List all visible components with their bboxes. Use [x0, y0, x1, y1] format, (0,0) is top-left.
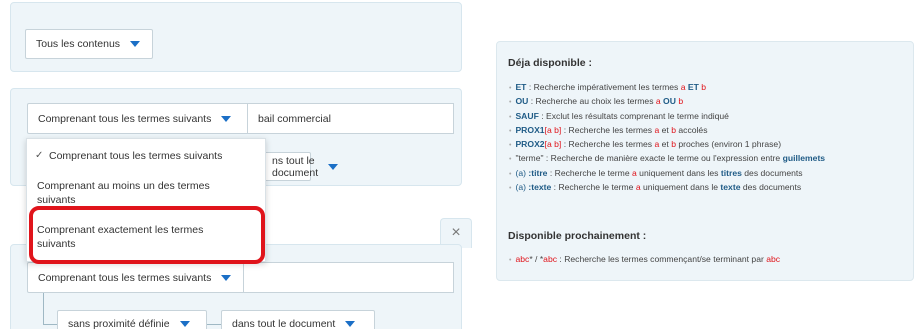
criterion-1-location-value: ns tout le document	[272, 154, 319, 179]
operator-item-et: ET : Recherche impérativement les termes…	[509, 81, 825, 95]
criterion-1-mode-select[interactable]: Comprenant tous les termes suivants	[27, 103, 257, 134]
operator-item-texte: (a) :texte : Recherche le terme a unique…	[509, 181, 825, 195]
scope-panel: Tous les contenus	[10, 2, 462, 72]
criterion-1-terms-input[interactable]: bail commercial	[247, 103, 454, 134]
chevron-down-icon	[179, 321, 190, 327]
upcoming-item-wildcard: abc* / *abc : Recherche les termes comme…	[509, 253, 780, 267]
search-help-panel: Déja disponible : ET : Recherche impérat…	[496, 41, 914, 281]
dropdown-option-all-terms[interactable]: ✓ Comprenant tous les termes suivants	[27, 149, 265, 163]
dropdown-option-label-line1: Comprenant au moins un des termes	[37, 180, 210, 192]
highlight-annotation	[29, 206, 265, 264]
operator-item-prox1: PROX1[a b] : Recherche les termes a et b…	[509, 124, 825, 138]
upcoming-title: Disponible prochainement :	[508, 230, 647, 242]
chevron-down-icon	[221, 274, 232, 281]
criterion-1-terms-value: bail commercial	[258, 112, 331, 125]
criterion-2-location-select[interactable]: dans tout le document	[221, 310, 375, 329]
chevron-down-icon	[345, 321, 356, 327]
check-icon: ✓	[35, 150, 44, 161]
dropdown-option-any-term[interactable]: Comprenant au moins un des termes suivan…	[27, 179, 265, 207]
criterion-2-terms-input[interactable]	[243, 262, 454, 293]
dropdown-option-label-line2: suivants	[37, 194, 76, 206]
available-title: Déja disponible :	[508, 57, 593, 69]
operator-item-sauf: SAUF : Exclut les résultats comprenant l…	[509, 110, 825, 124]
chevron-down-icon[interactable]	[221, 115, 232, 122]
operator-list: ET : Recherche impérativement les termes…	[509, 81, 825, 195]
chevron-down-icon	[130, 41, 141, 47]
scope-select[interactable]: Tous les contenus	[25, 29, 153, 59]
operator-item-quotes: "terme" : Recherche de manière exacte le…	[509, 152, 825, 166]
criterion-2-proximity-value: sans proximité définie	[68, 318, 170, 329]
criterion-1-mode-value: Comprenant tous les termes suivants	[38, 112, 212, 125]
upcoming-list: abc* / *abc : Recherche les termes comme…	[509, 253, 780, 267]
operator-item-prox2: PROX2[a b] : Recherche les termes a et b…	[509, 138, 825, 152]
criterion-2-mode-select[interactable]: Comprenant tous les termes suivants	[27, 262, 245, 293]
criterion-2-mode-value: Comprenant tous les termes suivants	[38, 271, 212, 284]
connector-line	[207, 305, 221, 325]
dropdown-option-label: Comprenant tous les termes suivants	[49, 150, 223, 162]
scope-select-value: Tous les contenus	[36, 38, 121, 50]
criterion-2-proximity-select[interactable]: sans proximité définie	[57, 310, 207, 329]
chevron-down-icon	[328, 163, 339, 170]
operator-item-ou: OU : Recherche au choix les termes a OU …	[509, 95, 825, 109]
criterion-2-location-value: dans tout le document	[232, 318, 336, 329]
operator-item-titre: (a) :titre : Recherche le terme a unique…	[509, 167, 825, 181]
